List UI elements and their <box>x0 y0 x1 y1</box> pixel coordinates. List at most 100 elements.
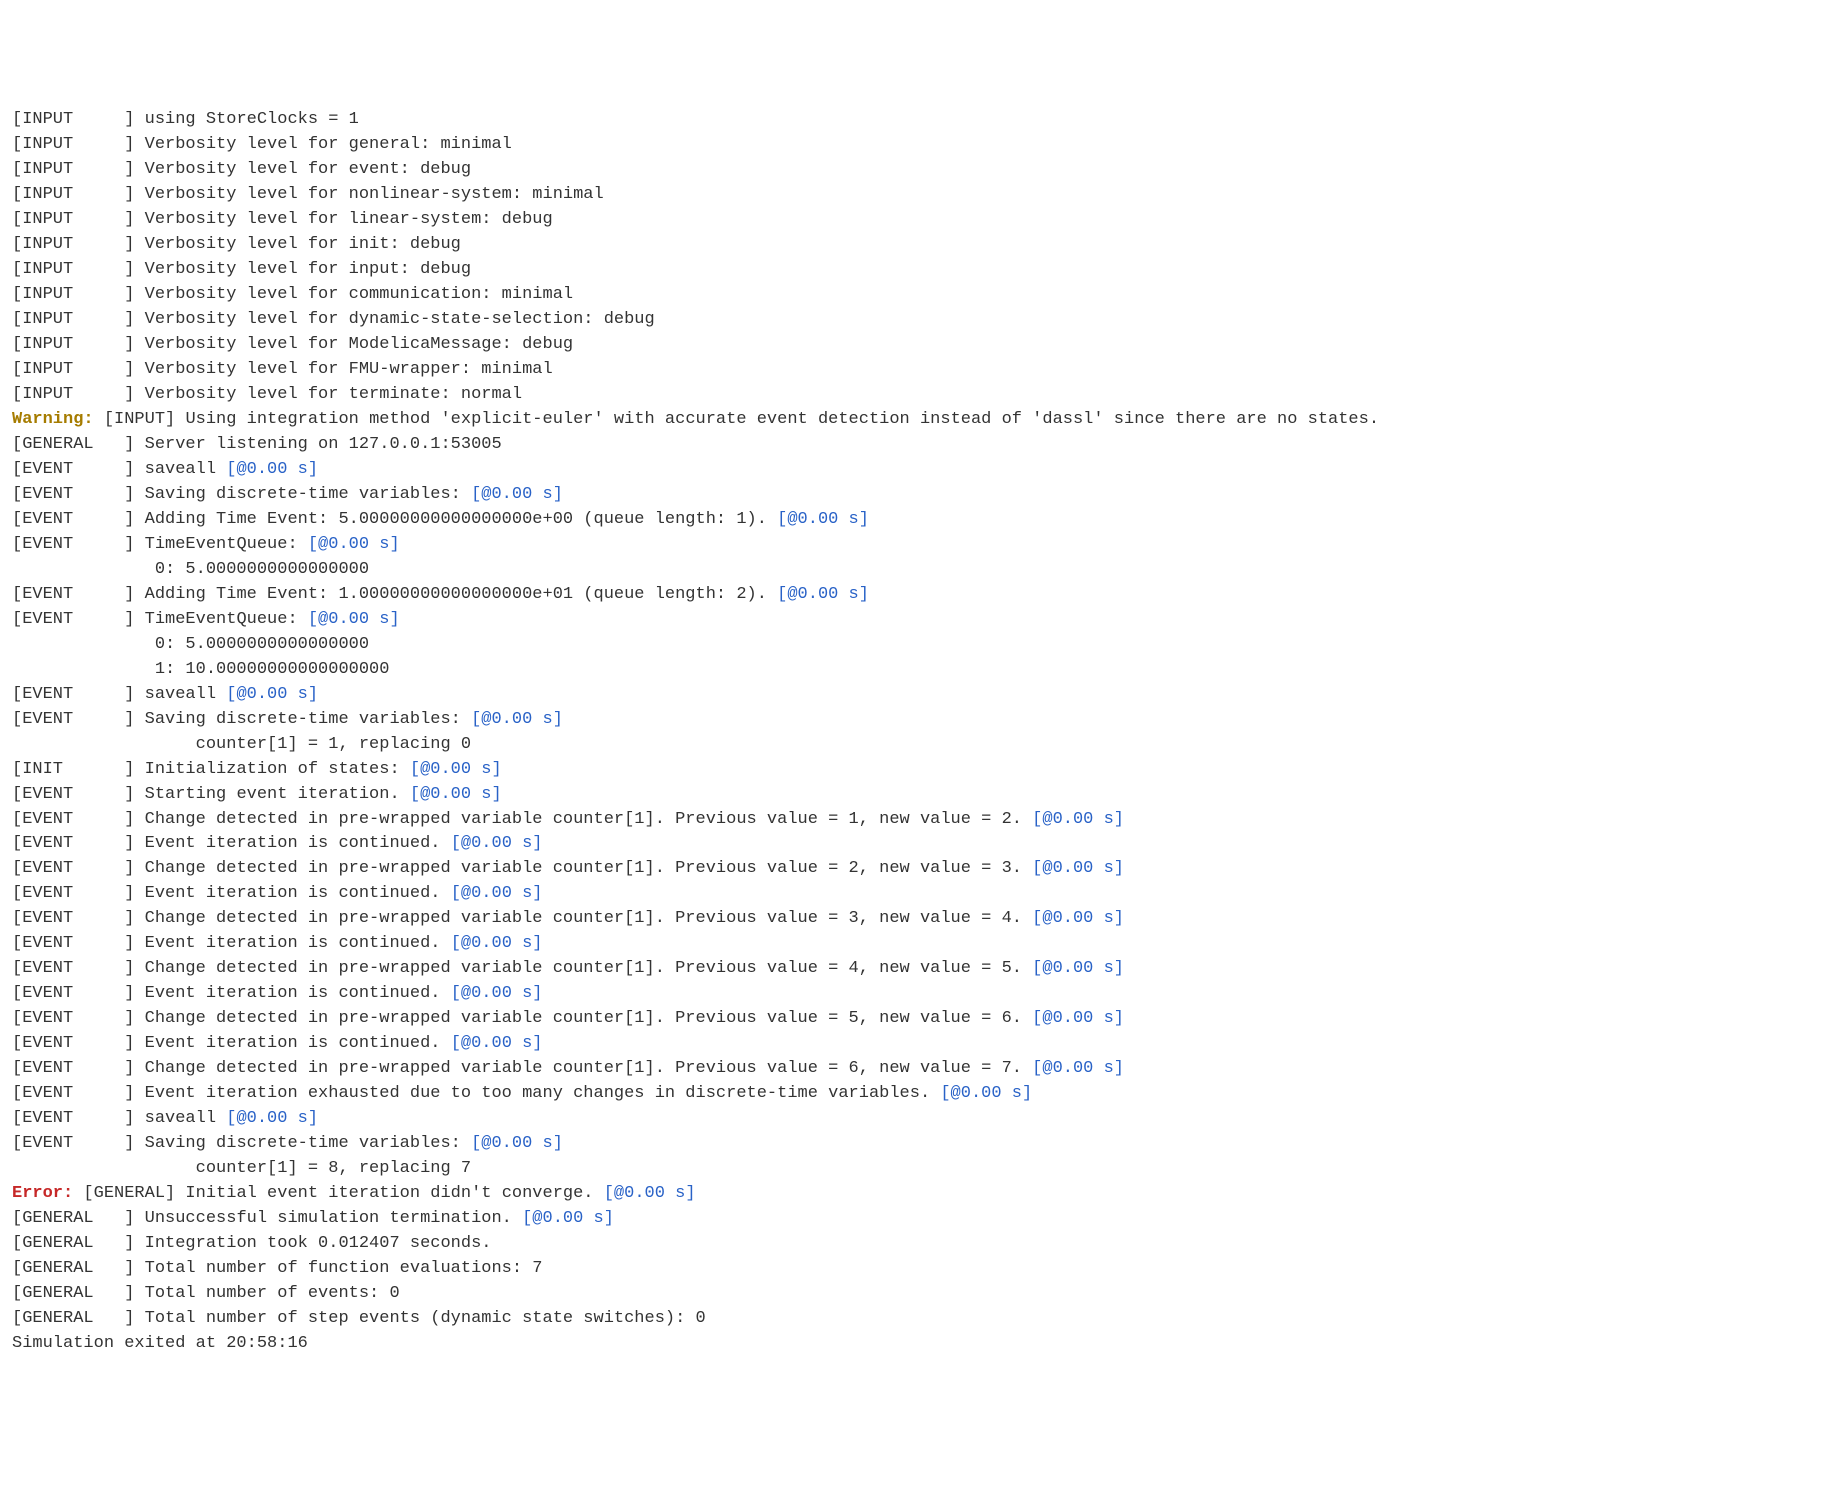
log-message: Total number of step events (dynamic sta… <box>134 1309 705 1328</box>
log-line: [INPUT ] Verbosity level for nonlinear-s… <box>12 183 1812 208</box>
log-line: [INPUT ] Verbosity level for init: debug <box>12 233 1812 258</box>
log-timestamp: [@0.00 s] <box>604 1184 696 1203</box>
log-tag: [EVENT ] <box>12 1084 134 1103</box>
log-tag: [EVENT ] <box>12 1109 134 1128</box>
log-line: Error: [GENERAL] Initial event iteration… <box>12 1182 1812 1207</box>
log-timestamp: [@0.00 s] <box>226 685 318 704</box>
log-output: [INPUT ] using StoreClocks = 1[INPUT ] V… <box>12 108 1812 1357</box>
log-tag: [EVENT ] <box>12 984 134 1003</box>
log-tag: [EVENT ] <box>12 1009 134 1028</box>
log-message: Event iteration is continued. <box>134 984 450 1003</box>
log-timestamp: [@0.00 s] <box>471 710 563 729</box>
log-timestamp: [@0.00 s] <box>451 884 543 903</box>
log-line: [INPUT ] Verbosity level for FMU-wrapper… <box>12 358 1812 383</box>
log-tag: [GENERAL ] <box>12 1284 134 1303</box>
log-message: Event iteration is continued. <box>134 834 450 853</box>
log-tag: [EVENT ] <box>12 485 134 504</box>
log-line: counter[1] = 1, replacing 0 <box>12 733 1812 758</box>
log-line: [EVENT ] Saving discrete-time variables:… <box>12 1132 1812 1157</box>
log-line: [INPUT ] using StoreClocks = 1 <box>12 108 1812 133</box>
log-message: Verbosity level for communication: minim… <box>134 285 573 304</box>
log-tag: [EVENT ] <box>12 535 134 554</box>
log-tag: [INPUT ] <box>12 185 134 204</box>
log-tag: [INPUT ] <box>12 260 134 279</box>
log-message: 0: 5.0000000000000000 <box>12 635 369 654</box>
log-message: TimeEventQueue: <box>134 535 307 554</box>
log-line: [EVENT ] Event iteration is continued. [… <box>12 932 1812 957</box>
log-tag: [EVENT ] <box>12 909 134 928</box>
log-message: Verbosity level for terminate: normal <box>134 385 522 404</box>
log-timestamp: [@0.00 s] <box>451 1034 543 1053</box>
log-line: [EVENT ] Change detected in pre-wrapped … <box>12 907 1812 932</box>
log-line: [INPUT ] Verbosity level for linear-syst… <box>12 208 1812 233</box>
log-message: Total number of function evaluations: 7 <box>134 1259 542 1278</box>
log-tag: [EVENT ] <box>12 610 134 629</box>
log-tag: [EVENT ] <box>12 585 134 604</box>
log-message: counter[1] = 1, replacing 0 <box>12 735 471 754</box>
log-tag: [EVENT ] <box>12 1034 134 1053</box>
log-tag: [GENERAL ] <box>12 435 134 454</box>
log-message: Event iteration is continued. <box>134 1034 450 1053</box>
log-timestamp: [@0.00 s] <box>410 760 502 779</box>
log-tag: [INPUT ] <box>12 135 134 154</box>
log-tag: [GENERAL ] <box>12 1259 134 1278</box>
log-message: using StoreClocks = 1 <box>134 110 358 129</box>
log-message: Verbosity level for dynamic-state-select… <box>134 310 654 329</box>
log-line: [INPUT ] Verbosity level for ModelicaMes… <box>12 333 1812 358</box>
log-line: [INPUT ] Verbosity level for communicati… <box>12 283 1812 308</box>
log-message: Saving discrete-time variables: <box>134 485 471 504</box>
log-line: 0: 5.0000000000000000 <box>12 558 1812 583</box>
log-timestamp: [@0.00 s] <box>410 785 502 804</box>
log-tag: [EVENT ] <box>12 685 134 704</box>
log-line: [INPUT ] Verbosity level for input: debu… <box>12 258 1812 283</box>
log-tag: [GENERAL ] <box>12 1234 134 1253</box>
log-tag: [EVENT ] <box>12 959 134 978</box>
log-tag: [EVENT ] <box>12 884 134 903</box>
log-message: Unsuccessful simulation termination. <box>134 1209 522 1228</box>
log-message: Verbosity level for general: minimal <box>134 135 511 154</box>
log-message: Verbosity level for event: debug <box>134 160 471 179</box>
log-line: [EVENT ] Change detected in pre-wrapped … <box>12 857 1812 882</box>
log-tag: [GENERAL ] <box>12 1209 134 1228</box>
log-line: [INPUT ] Verbosity level for terminate: … <box>12 383 1812 408</box>
log-message: Change detected in pre-wrapped variable … <box>134 859 1032 878</box>
log-timestamp: [@0.00 s] <box>451 834 543 853</box>
log-line: 1: 10.00000000000000000 <box>12 658 1812 683</box>
log-line: [EVENT ] Change detected in pre-wrapped … <box>12 957 1812 982</box>
warning-label: Warning: <box>12 410 94 429</box>
log-line: [EVENT ] saveall [@0.00 s] <box>12 683 1812 708</box>
log-message: Change detected in pre-wrapped variable … <box>134 959 1032 978</box>
log-timestamp: [@0.00 s] <box>522 1209 614 1228</box>
log-tag: [EVENT ] <box>12 834 134 853</box>
log-tag: [INPUT ] <box>12 335 134 354</box>
log-message: Change detected in pre-wrapped variable … <box>134 1059 1032 1078</box>
log-line: [EVENT ] Change detected in pre-wrapped … <box>12 1007 1812 1032</box>
log-timestamp: [@0.00 s] <box>308 535 400 554</box>
log-line: [EVENT ] Event iteration exhausted due t… <box>12 1082 1812 1107</box>
log-tag: [INPUT ] <box>12 360 134 379</box>
log-message: Verbosity level for nonlinear-system: mi… <box>134 185 603 204</box>
log-timestamp: [@0.00 s] <box>777 510 869 529</box>
log-line: [EVENT ] Change detected in pre-wrapped … <box>12 808 1812 833</box>
log-line: [EVENT ] Event iteration is continued. [… <box>12 882 1812 907</box>
log-message: Verbosity level for input: debug <box>134 260 471 279</box>
log-message: saveall <box>134 685 226 704</box>
log-line: [GENERAL ] Integration took 0.012407 sec… <box>12 1232 1812 1257</box>
log-message: Initialization of states: <box>134 760 409 779</box>
log-message: Change detected in pre-wrapped variable … <box>134 810 1032 829</box>
log-tag: [EVENT ] <box>12 859 134 878</box>
log-line: [EVENT ] Starting event iteration. [@0.0… <box>12 783 1812 808</box>
log-message: Simulation exited at 20:58:16 <box>12 1334 308 1353</box>
log-tag: [EVENT ] <box>12 785 134 804</box>
log-timestamp: [@0.00 s] <box>226 460 318 479</box>
log-message: Adding Time Event: 1.00000000000000000e+… <box>134 585 777 604</box>
log-tag: [INPUT ] <box>12 235 134 254</box>
log-message: TimeEventQueue: <box>134 610 307 629</box>
log-line: [GENERAL ] Total number of step events (… <box>12 1307 1812 1332</box>
log-tag: [EVENT ] <box>12 1059 134 1078</box>
log-message: Verbosity level for init: debug <box>134 235 460 254</box>
log-message: Event iteration is continued. <box>134 884 450 903</box>
log-tag: [INPUT ] <box>12 210 134 229</box>
log-message: saveall <box>134 460 226 479</box>
log-tag: [INPUT ] <box>12 285 134 304</box>
